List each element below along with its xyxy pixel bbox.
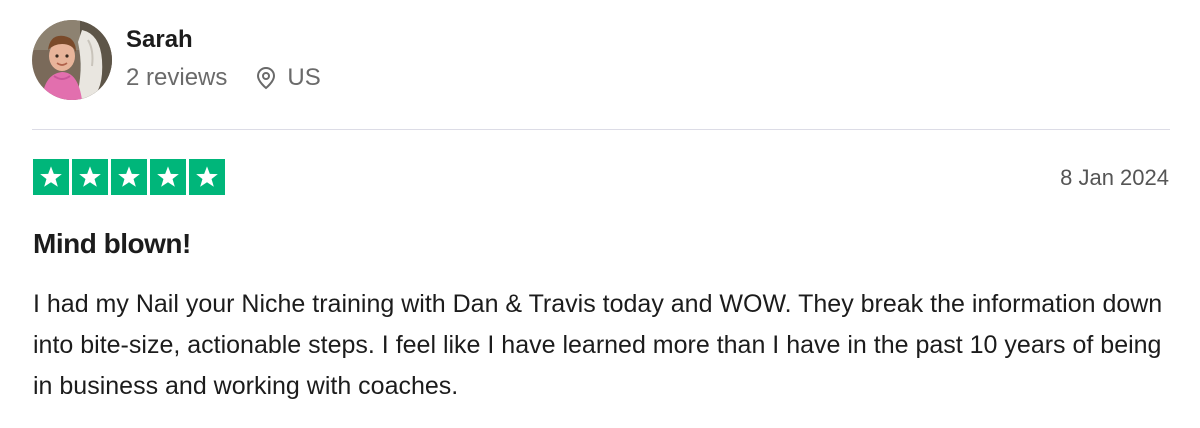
reviewer-header: Sarah 2 reviews US [32, 20, 321, 100]
map-pin-icon [255, 66, 277, 90]
review-body: I had my Nail your Niche training with D… [33, 290, 1163, 400]
review-date: 8 Jan 2024 [1060, 165, 1169, 190]
star-icon [150, 159, 186, 195]
star-icon [189, 159, 225, 195]
star-icon [72, 159, 108, 195]
reviewer-location: US [287, 64, 321, 91]
review-count: 2 reviews [126, 64, 228, 91]
avatar[interactable] [32, 20, 112, 100]
star-rating [33, 159, 225, 195]
reviewer-name[interactable]: Sarah [126, 26, 321, 54]
star-icon [33, 159, 69, 195]
reviewer-meta: 2 reviews US [126, 64, 321, 92]
avatar-photo-icon [32, 20, 112, 100]
divider [32, 129, 1170, 130]
review-title[interactable]: Mind blown! [33, 226, 191, 262]
star-icon [111, 159, 147, 195]
review-card: Sarah 2 reviews US 8 Jan 2024 Mind blown… [0, 0, 1200, 428]
reviewer-info: Sarah 2 reviews US [126, 26, 321, 92]
